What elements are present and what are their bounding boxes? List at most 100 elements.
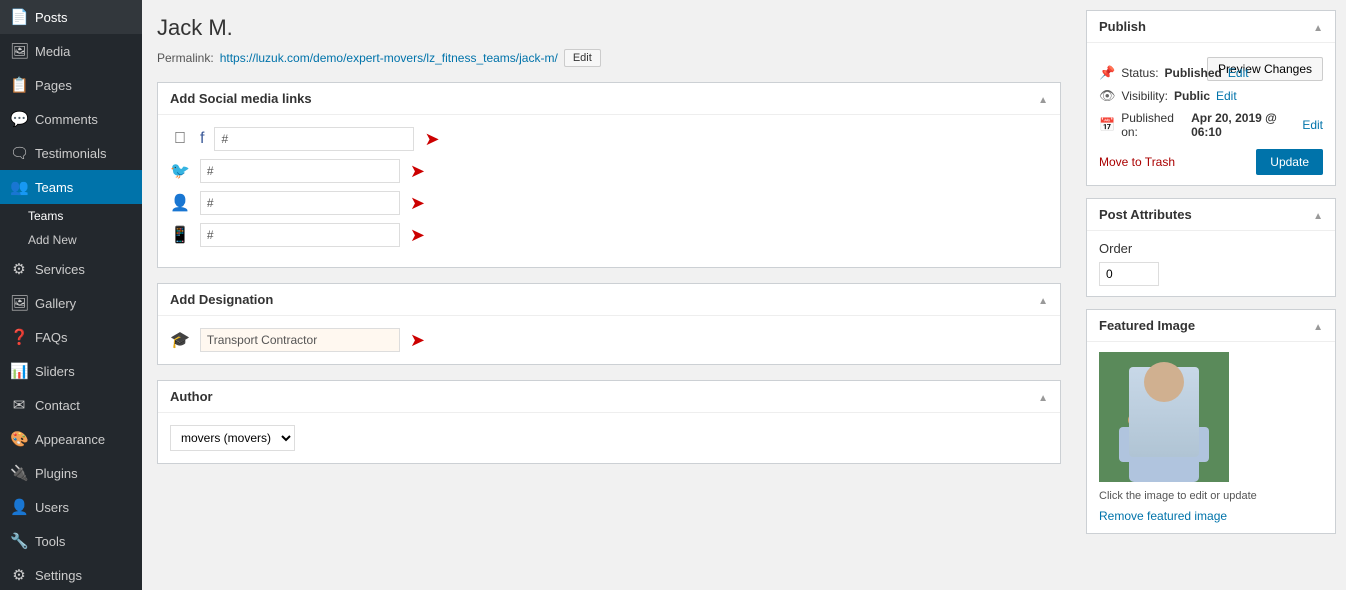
sidebar-label-gallery: Gallery xyxy=(35,296,76,311)
designation-box: Add Designation 🎓 ➤ xyxy=(157,283,1061,365)
right-sidebar: Publish Preview Changes 📌 Status: Publis… xyxy=(1076,0,1346,590)
order-input[interactable] xyxy=(1099,262,1159,286)
sidebar-label-teams: Teams xyxy=(35,180,73,195)
sidebar-item-settings[interactable]: ⚙ Settings xyxy=(0,558,142,590)
designation-body: 🎓 ➤ xyxy=(158,316,1060,364)
publish-box-header: Publish xyxy=(1087,11,1335,43)
social-row-phone: 📱 ➤ xyxy=(170,223,1048,247)
preview-btn-area: Preview Changes xyxy=(1099,53,1323,65)
featured-image-body: Click the image to edit or update Remove… xyxy=(1087,342,1335,533)
sidebar-label-users: Users xyxy=(35,500,69,515)
order-label: Order xyxy=(1099,241,1132,256)
update-button[interactable]: Update xyxy=(1256,149,1323,175)
phone-input[interactable] xyxy=(200,223,400,247)
order-label-row: Order xyxy=(1099,241,1323,256)
author-header[interactable]: Author xyxy=(158,381,1060,413)
sidebar-item-posts[interactable]: 📄 Posts xyxy=(0,0,142,34)
media-icon: 🖼 xyxy=(10,42,28,60)
preview-changes-button[interactable]: Preview Changes xyxy=(1207,57,1323,81)
designation-input[interactable] xyxy=(200,328,400,352)
sidebar-item-media[interactable]: 🖼 Media xyxy=(0,34,142,68)
plugins-icon: 🔌 xyxy=(10,464,28,482)
publish-visibility-row: 👁 Visibility: Public Edit xyxy=(1099,88,1323,104)
sidebar-item-sliders[interactable]: 📊 Sliders xyxy=(0,354,142,388)
main-content: Jack M. Permalink: https://luzuk.com/dem… xyxy=(142,0,1346,590)
designation-header[interactable]: Add Designation xyxy=(158,284,1060,316)
pages-icon: 📋 xyxy=(10,76,28,94)
social-media-body:  f ➤ 🐦 ➤ 👤 ➤ xyxy=(158,115,1060,267)
permalink-url[interactable]: https://luzuk.com/demo/expert-movers/lz_… xyxy=(220,51,558,65)
post-attributes-title: Post Attributes xyxy=(1099,207,1192,222)
sidebar-label-media: Media xyxy=(35,44,70,59)
visibility-label: Visibility: xyxy=(1122,89,1168,103)
social-row-tw: 🐦 ➤ xyxy=(170,159,1048,183)
sidebar-label-testimonials: Testimonials xyxy=(35,146,107,161)
social-media-header[interactable]: Add Social media links xyxy=(158,83,1060,115)
featured-image-thumbnail[interactable] xyxy=(1099,352,1229,482)
publish-date-row: 📅 Published on: Apr 20, 2019 @ 06:10 Edi… xyxy=(1099,111,1323,139)
published-edit-link[interactable]: Edit xyxy=(1302,118,1323,132)
sidebar-item-pages[interactable]: 📋 Pages xyxy=(0,68,142,102)
posts-icon: 📄 xyxy=(10,8,28,26)
phone-arrow: ➤ xyxy=(410,225,425,246)
social-row-fb:  f ➤ xyxy=(170,127,1048,151)
published-value: Apr 20, 2019 @ 06:10 xyxy=(1191,111,1296,139)
page-title: Jack M. xyxy=(157,15,1061,41)
sidebar: 📄 Posts 🖼 Media 📋 Pages 💬 Comments 🗨 Tes… xyxy=(0,0,142,590)
sidebar-item-services[interactable]: ⚙ Services xyxy=(0,252,142,286)
tw-arrow: ➤ xyxy=(410,161,425,182)
sidebar-subitem-teams-all[interactable]: Teams xyxy=(0,204,142,228)
permalink-edit-button[interactable]: Edit xyxy=(564,49,601,67)
testimonials-icon: 🗨 xyxy=(10,144,28,162)
sidebar-label-settings: Settings xyxy=(35,568,82,583)
featured-image-title: Featured Image xyxy=(1099,318,1195,333)
publish-toggle-icon xyxy=(1313,19,1323,34)
editor-panel: Jack M. Permalink: https://luzuk.com/dem… xyxy=(142,0,1076,590)
facebook-icon:  xyxy=(170,130,190,148)
publish-status-row: 📌 Status: Published Edit xyxy=(1099,65,1207,81)
featured-image-svg xyxy=(1099,352,1229,482)
post-attributes-header: Post Attributes xyxy=(1087,199,1335,231)
faqs-icon: ❓ xyxy=(10,328,28,346)
sidebar-item-appearance[interactable]: 🎨 Appearance xyxy=(0,422,142,456)
sidebar-item-tools[interactable]: 🔧 Tools xyxy=(0,524,142,558)
content-area: Jack M. Permalink: https://luzuk.com/dem… xyxy=(142,0,1346,590)
fb-icon-display: f xyxy=(200,130,204,148)
facebook-input[interactable] xyxy=(214,127,414,151)
sidebar-label-contact: Contact xyxy=(35,398,80,413)
social-row-user: 👤 ➤ xyxy=(170,191,1048,215)
user-social-icon: 👤 xyxy=(170,193,190,213)
sidebar-item-gallery[interactable]: 🖼 Gallery xyxy=(0,286,142,320)
teams-icon: 👥 xyxy=(10,178,28,196)
sidebar-item-faqs[interactable]: ❓ FAQs xyxy=(0,320,142,354)
sidebar-label-plugins: Plugins xyxy=(35,466,78,481)
sidebar-item-contact[interactable]: ✉ Contact xyxy=(0,388,142,422)
appearance-icon: 🎨 xyxy=(10,430,28,448)
graduation-icon: 🎓 xyxy=(170,330,190,350)
social-media-title: Add Social media links xyxy=(170,91,312,106)
visibility-edit-link[interactable]: Edit xyxy=(1216,89,1237,103)
sidebar-item-plugins[interactable]: 🔌 Plugins xyxy=(0,456,142,490)
author-select[interactable]: movers (movers) xyxy=(170,425,295,451)
sidebar-item-testimonials[interactable]: 🗨 Testimonials xyxy=(0,136,142,170)
author-box: Author movers (movers) xyxy=(157,380,1061,464)
permalink-bar: Permalink: https://luzuk.com/demo/expert… xyxy=(157,49,1061,67)
publish-box: Publish Preview Changes 📌 Status: Publis… xyxy=(1086,10,1336,186)
users-icon: 👤 xyxy=(10,498,28,516)
tools-icon: 🔧 xyxy=(10,532,28,550)
user-arrow: ➤ xyxy=(410,193,425,214)
status-edit-link[interactable]: Edit xyxy=(1228,66,1249,80)
sidebar-label-sliders: Sliders xyxy=(35,364,75,379)
sidebar-label-comments: Comments xyxy=(35,112,98,127)
remove-featured-image-link[interactable]: Remove featured image xyxy=(1099,509,1227,523)
sidebar-item-teams[interactable]: 👥 Teams xyxy=(0,170,142,204)
move-to-trash-link[interactable]: Move to Trash xyxy=(1099,155,1175,169)
sidebar-item-users[interactable]: 👤 Users xyxy=(0,490,142,524)
featured-image-toggle-icon xyxy=(1313,318,1323,333)
sidebar-item-comments[interactable]: 💬 Comments xyxy=(0,102,142,136)
user-social-input[interactable] xyxy=(200,191,400,215)
twitter-input[interactable] xyxy=(200,159,400,183)
sidebar-subitem-teams-add[interactable]: Add New xyxy=(0,228,142,252)
sidebar-label-tools: Tools xyxy=(35,534,65,549)
sidebar-label-services: Services xyxy=(35,262,85,277)
